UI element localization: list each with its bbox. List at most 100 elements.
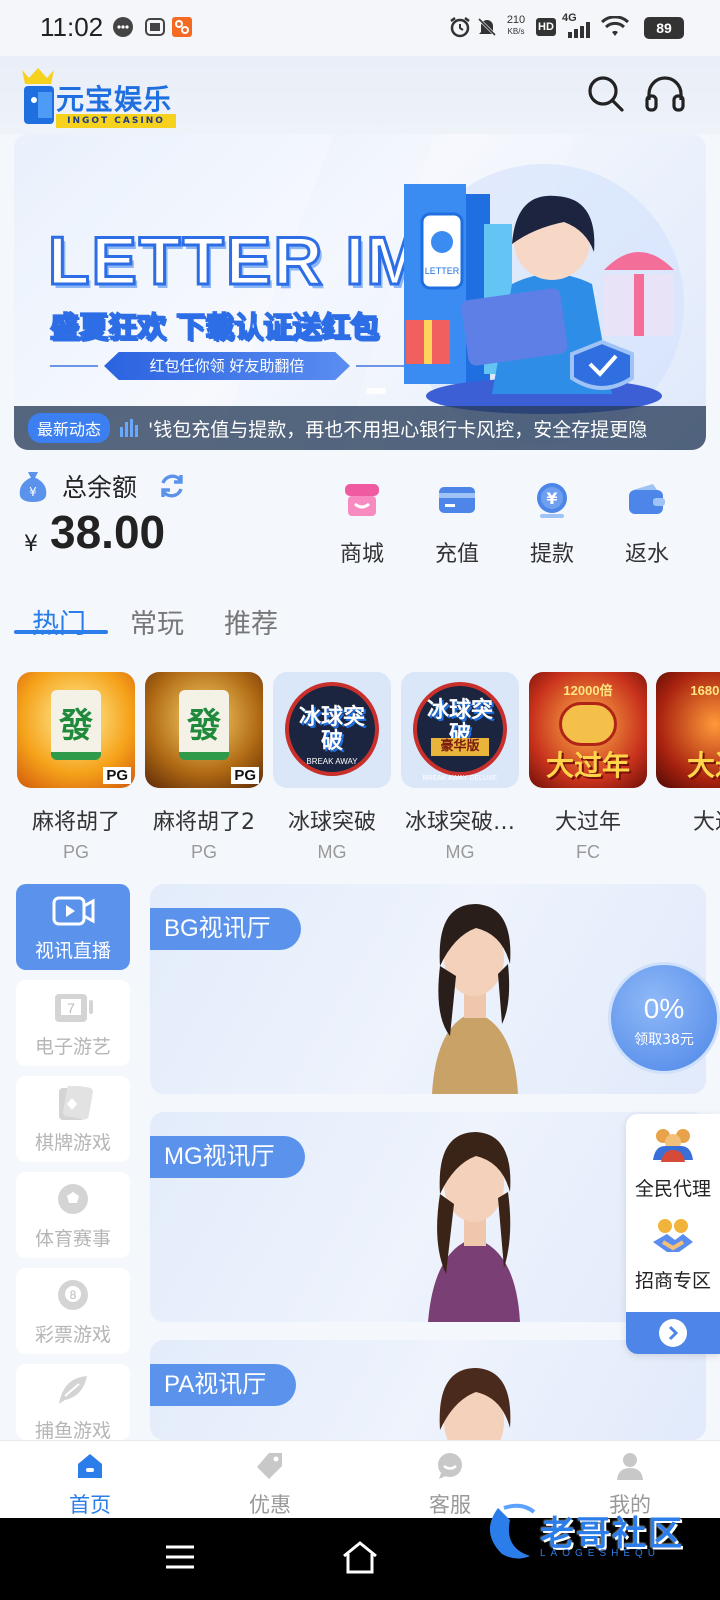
announcement-bars-icon [120,419,139,437]
app-notification-icon [144,16,166,38]
nav-label: 首页 [69,1493,111,1517]
svg-text:8: 8 [70,1288,77,1302]
handshake-icon [653,1219,693,1252]
game-provider: MG [445,842,475,862]
side-float-menu: 全民代理 招商专区 [626,1114,720,1354]
user-icon [617,1453,643,1480]
nav-label: 优惠 [249,1493,291,1517]
nav-home[interactable]: 首页 [40,1451,140,1519]
card-icon [439,487,475,513]
category-label: 捕鱼游戏 [34,1420,111,1440]
category-label: 体育赛事 [34,1228,111,1250]
lottery-ball-icon: 8 [58,1280,88,1310]
category-label: 电子游艺 [34,1036,111,1058]
wallet-icon [629,484,665,514]
bonus-claim-button[interactable]: 0% 领取38元 [608,962,720,1074]
game-name: 大过年 [554,810,621,835]
promo-banner[interactable]: LETTER IM 盛夏狂欢 下载认证送红包 红包任你领 好友助翻倍 LETTE… [14,134,706,450]
partnership-button[interactable]: 招商专区 [626,1206,720,1298]
side-menu-expand-button[interactable] [626,1312,720,1354]
game-card[interactable]: 12000倍 大过年 大过年 FC [529,672,647,863]
watermark: 老哥社区 LAOGESHEQU [478,1500,718,1564]
crown-mascot-icon [22,68,54,124]
withdraw-button[interactable]: ¥ 提款 [512,480,592,567]
nav-promotions[interactable]: 优惠 [220,1451,320,1519]
bonus-percent: 0% [643,993,685,1024]
game-card[interactable]: 發 PG 麻将胡了 PG [17,672,135,863]
agent-program-label: 全民代理 [634,1178,711,1200]
soccer-ball-icon [58,1184,88,1214]
video-icon [52,896,95,926]
tab-frequent[interactable]: 常玩 [130,602,184,641]
deposit-button[interactable]: 充值 [417,480,497,567]
app-logo[interactable]: 元宝娱乐 INGOT CASINO [16,66,176,128]
svg-text:¥: ¥ [29,485,37,499]
balance-amount: 38.00 [50,506,166,558]
dealer-portrait [432,904,518,1094]
money-bag-icon: ¥ [18,470,48,502]
category-card-games[interactable]: 棋牌游戏 [16,1076,130,1162]
watermark-subtext: LAOGESHEQU [540,1548,661,1559]
app-header: 元宝娱乐 INGOT CASINO [0,56,720,134]
banner-page-indicator [366,388,386,394]
app-subtitle: INGOT CASINO [56,114,176,128]
category-sports[interactable]: 体育赛事 [16,1172,130,1258]
tag-icon [257,1453,282,1479]
banner-title: LETTER IM [47,222,425,301]
balance-currency: ¥ [24,532,38,557]
lobby-card-mg[interactable]: MG视讯厅 [150,1112,706,1322]
banner-divider [50,365,98,367]
headset-icon[interactable] [644,74,686,114]
game-card[interactable]: 16800倍 大过 大过 F [656,672,720,842]
rebate-button[interactable]: 返水 [607,480,687,567]
news-message: '钱包充值与提款，再也不用担心银行卡风控，安全存提更隐 [148,418,648,441]
dealer-portrait [439,1368,511,1440]
game-provider: MG [317,842,347,862]
status-bar: 11:02 210 KB/s HD 4G 89 [0,0,720,56]
hd-badge: HD [536,18,556,36]
search-icon[interactable] [586,74,626,114]
partnership-label: 招商专区 [634,1270,711,1292]
banner-pill: 红包任你领 好友助翻倍 [104,352,350,380]
category-slots[interactable]: 7 电子游艺 [16,980,130,1066]
category-lottery[interactable]: 8 彩票游戏 [16,1268,130,1354]
chevron-right-icon [659,1319,687,1347]
game-card[interactable]: 發 PG 麻将胡了2 PG [145,672,263,863]
shop-button[interactable]: 商城 [322,480,402,567]
yen-coin-icon: ¥ [537,483,567,518]
category-live-video[interactable]: 视讯直播 [16,884,130,970]
lobby-name: BG视讯厅 [150,908,301,950]
game-name: 冰球突破… [404,810,515,835]
news-ticker[interactable]: 最新动态 '钱包充值与提款，再也不用担心银行卡风控，安全存提更隐 [14,406,706,450]
cell-signal-icon: 4G [562,12,594,38]
net-speed: 210 KB/s [506,14,526,37]
agent-program-button[interactable]: 全民代理 [626,1114,720,1206]
shop-icon [345,484,379,516]
tab-hot[interactable]: 热门 [32,602,86,641]
battery-indicator: 89 [644,17,684,39]
tab-recommended[interactable]: 推荐 [224,602,278,641]
svg-text:¥: ¥ [546,489,557,508]
game-thumbnail: 冰球突破 豪华版 BREAK AWAY DELUXE [401,672,519,788]
game-card[interactable]: 冰球突破 BREAK AWAY 冰球突破 MG [273,672,391,863]
banner-subtitle: 盛夏狂欢 下载认证送红包 [49,309,380,345]
refresh-icon[interactable] [158,472,186,500]
slot-machine-icon: 7 [55,994,93,1022]
game-thumbnail: 發 PG [145,672,263,788]
rebate-label: 返水 [624,542,669,567]
home-system-icon[interactable] [340,1540,380,1574]
home-icon [78,1454,102,1478]
game-provider: PG [190,842,217,862]
lobby-name: MG视讯厅 [150,1136,305,1178]
shop-label: 商城 [339,542,384,567]
game-provider: PG [62,842,89,862]
menu-icon[interactable] [164,1544,196,1570]
cards-icon [59,1084,93,1120]
game-name: 冰球突破 [287,810,376,835]
deposit-label: 充值 [434,542,479,567]
game-card[interactable]: 冰球突破 豪华版 BREAK AWAY DELUXE 冰球突破… MG [401,672,519,863]
category-fishing[interactable]: 捕鱼游戏 [16,1364,130,1440]
game-card-partial-clip: 16800倍 大过 大过 F [656,672,720,842]
lobby-card-pa[interactable]: PA视讯厅 [150,1340,706,1440]
status-time: 11:02 [40,12,104,42]
